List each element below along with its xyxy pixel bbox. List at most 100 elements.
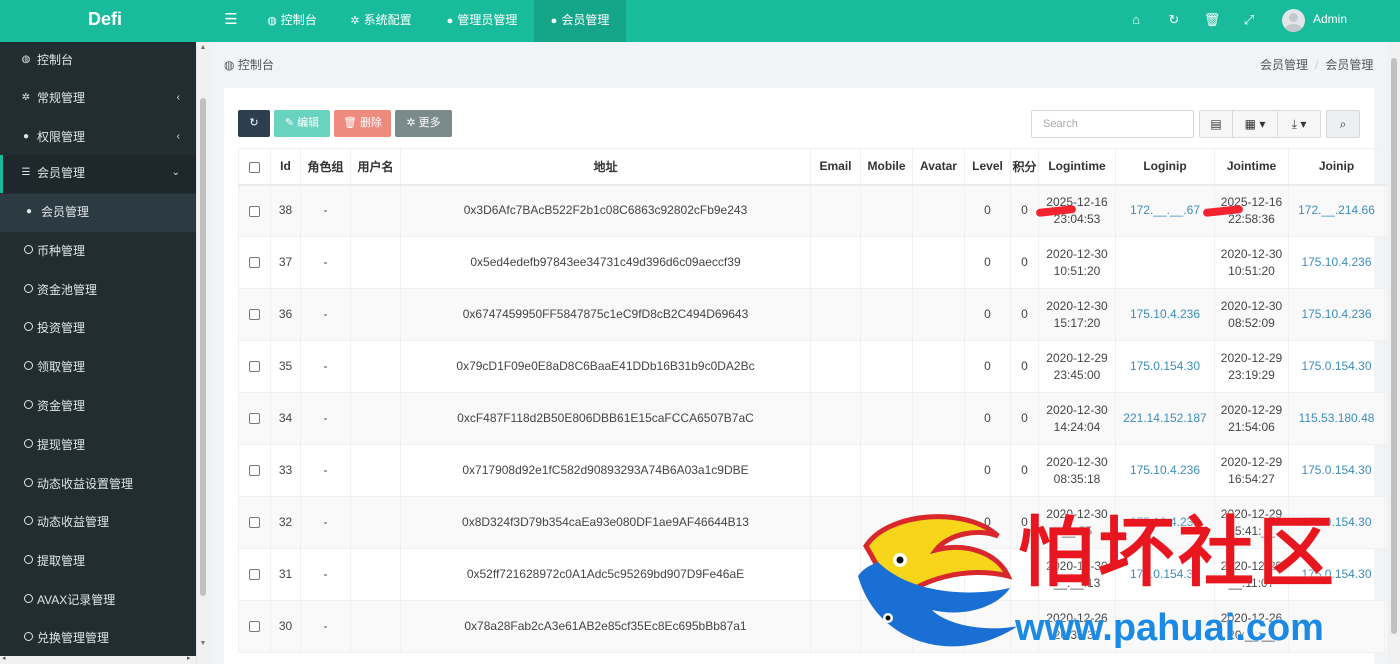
col-jointime[interactable]: Jointime bbox=[1214, 148, 1289, 186]
cell-id: 31 bbox=[270, 548, 301, 601]
cell-joinip[interactable]: 172.__.214.66 bbox=[1288, 184, 1385, 237]
columns-button[interactable]: ▦ ▾ bbox=[1232, 110, 1278, 138]
sidebar-item-permissions[interactable]: ● 权限管理 ‹ bbox=[0, 119, 196, 157]
cell-id: 30 bbox=[270, 600, 301, 653]
cell-joinip[interactable]: 175.0.154.30 bbox=[1288, 444, 1385, 497]
sidebar-item-dynamic-settings[interactable]: 动态收益设置管理 bbox=[0, 466, 196, 504]
search-input[interactable]: Search bbox=[1031, 110, 1194, 138]
delete-button[interactable]: 🗑 删除 bbox=[334, 110, 391, 137]
user-name[interactable]: Admin bbox=[1313, 0, 1347, 42]
circle-icon bbox=[21, 543, 35, 579]
edit-button[interactable]: ✎ 编辑 bbox=[274, 110, 330, 137]
tab-admin-management[interactable]: ● 管理员管理 bbox=[430, 0, 534, 42]
page-scrollbar-thumb[interactable] bbox=[1391, 58, 1397, 634]
search-button[interactable]: ⌕ bbox=[1326, 110, 1360, 138]
group-icon: ● bbox=[22, 131, 30, 142]
cell-joinip[interactable]: 115.53.180.48 bbox=[1288, 392, 1385, 445]
col-logintime[interactable]: Logintime bbox=[1038, 148, 1116, 186]
tab-member-management[interactable]: ● 会员管理 bbox=[534, 0, 626, 42]
cell-joinip[interactable]: 175.0.154.30 bbox=[1288, 340, 1385, 393]
trash-icon[interactable]: 🗑 bbox=[1193, 0, 1231, 42]
export-button[interactable]: ⤓ ▾ bbox=[1277, 110, 1321, 138]
row-checkbox[interactable] bbox=[238, 392, 271, 445]
cell-loginip[interactable]: 175.0.154.30 bbox=[1115, 340, 1215, 393]
refresh-button[interactable]: ↻ bbox=[238, 110, 270, 137]
row-checkbox[interactable] bbox=[238, 444, 271, 497]
sidebar-toggle-icon[interactable]: ☰ bbox=[210, 0, 252, 42]
refresh-icon[interactable]: ↻ bbox=[1155, 0, 1193, 42]
chevron-left-icon: ‹ bbox=[176, 92, 180, 103]
app-logo[interactable]: Defi bbox=[0, 0, 210, 42]
col-id[interactable]: Id bbox=[270, 148, 301, 186]
circle-icon bbox=[21, 272, 35, 308]
cell-id: 34 bbox=[270, 392, 301, 445]
refresh-icon: ↻ bbox=[249, 117, 259, 129]
cell-group: - bbox=[300, 288, 351, 341]
cell-joinip[interactable]: 175.10.4.236 bbox=[1288, 288, 1385, 341]
sidebar-item-dynamic-income[interactable]: 动态收益管理 bbox=[0, 504, 196, 542]
sidebar-item-avax[interactable]: AVAX记录管理 bbox=[0, 582, 196, 620]
sidebar-item-dashboard[interactable]: ◍ 控制台 bbox=[0, 42, 196, 80]
sidebar-item-withdraw[interactable]: 提现管理 bbox=[0, 427, 196, 465]
cell-joinip[interactable]: 175.10.4.236 bbox=[1288, 236, 1385, 289]
cell-address: 0x79cD1F09e0E8aD8C6BaaE41DDb16B31b9c0DA2… bbox=[400, 340, 811, 393]
sidebar-item-general[interactable]: ✲ 常规管理 ‹ bbox=[0, 80, 196, 118]
row-checkbox[interactable] bbox=[238, 548, 271, 601]
table-row[interactable]: 33-0x717908d92e1fC582d90893293A74B6A03a1… bbox=[238, 444, 1400, 497]
cell-loginip[interactable]: 175.10.4.236 bbox=[1115, 444, 1215, 497]
cell-score: 0 bbox=[1010, 392, 1039, 445]
cell-address: 0x5ed4edefb97843ee34731c49d396d6c09aeccf… bbox=[400, 236, 811, 289]
cell-loginip[interactable] bbox=[1115, 236, 1215, 289]
sidebar-item-member-management[interactable]: ● 会员管理 bbox=[0, 194, 196, 232]
sidebar-item-extract[interactable]: 提取管理 bbox=[0, 543, 196, 581]
row-checkbox[interactable] bbox=[238, 340, 271, 393]
table-row[interactable]: 35-0x79cD1F09e0E8aD8C6BaaE41DDb16B31b9c0… bbox=[238, 340, 1400, 393]
sidebar-horizontal-scrollbar[interactable]: ◂ ▸ bbox=[0, 655, 196, 664]
cell-logintime: 2020-12-30 10:51:20 bbox=[1038, 236, 1116, 289]
scroll-down-icon[interactable]: ▼ bbox=[198, 640, 208, 648]
fullscreen-icon[interactable]: ⤢ bbox=[1230, 0, 1268, 42]
sidebar-item-coins[interactable]: 币种管理 bbox=[0, 233, 196, 271]
cell-avatar bbox=[912, 496, 965, 549]
sidebar: ◍ 控制台 ✲ 常规管理 ‹ ● 权限管理 ‹ ☰ 会员管理 ⌄ ● 会员管理 币种管理 资金池… bbox=[0, 42, 196, 664]
cell-id: 38 bbox=[270, 184, 301, 237]
row-checkbox[interactable] bbox=[238, 236, 271, 289]
cell-loginip[interactable]: 172.__.__.67 bbox=[1115, 184, 1215, 237]
sidebar-item-claim[interactable]: 领取管理 bbox=[0, 349, 196, 387]
sidebar-item-exchange[interactable]: 兑换管理管理 bbox=[0, 620, 196, 658]
circle-icon bbox=[21, 233, 35, 269]
col-username: 用户名 bbox=[350, 148, 401, 186]
cell-email bbox=[810, 184, 861, 237]
cell-level: 0 bbox=[964, 236, 1011, 289]
cell-loginip[interactable]: 175.10.4.236 bbox=[1115, 288, 1215, 341]
page-title: ◍ 控制台 bbox=[224, 58, 274, 72]
cell-logintime: 2020-12-30 14:24:04 bbox=[1038, 392, 1116, 445]
sidebar-item-fund-pool[interactable]: 资金池管理 bbox=[0, 272, 196, 310]
sidebar-item-funds[interactable]: 资金管理 bbox=[0, 388, 196, 426]
user-icon: ● bbox=[25, 206, 33, 217]
cell-address: 0xcF487F118d2B50E806DBB61E15caFCCA6507B7… bbox=[400, 392, 811, 445]
tab-system-config[interactable]: ✲ 系统配置 bbox=[334, 0, 428, 42]
row-checkbox[interactable] bbox=[238, 288, 271, 341]
select-all-checkbox[interactable] bbox=[238, 148, 271, 186]
table-row[interactable]: 36-0x6747459950FF5847875c1eC9fD8cB2C494D… bbox=[238, 288, 1400, 341]
sidebar-scrollbar-thumb[interactable] bbox=[200, 98, 206, 596]
cell-logintime: 2020-12-30 08:35:18 bbox=[1038, 444, 1116, 497]
cell-email bbox=[810, 548, 861, 601]
tab-dashboard[interactable]: ◍ 控制台 bbox=[252, 0, 332, 42]
more-button[interactable]: ✲ 更多 bbox=[395, 110, 452, 137]
row-checkbox[interactable] bbox=[238, 600, 271, 653]
avatar[interactable] bbox=[1282, 9, 1305, 32]
cell-mobile bbox=[860, 496, 913, 549]
scroll-up-icon[interactable]: ▲ bbox=[198, 44, 208, 52]
table-row[interactable]: 37-0x5ed4edefb97843ee34731c49d396d6c09ae… bbox=[238, 236, 1400, 289]
home-icon[interactable]: ⌂ bbox=[1117, 0, 1155, 42]
row-checkbox[interactable] bbox=[238, 496, 271, 549]
cell-group: - bbox=[300, 340, 351, 393]
table-row[interactable]: 34-0xcF487F118d2B50E806DBB61E15caFCCA650… bbox=[238, 392, 1400, 445]
row-checkbox[interactable] bbox=[238, 184, 271, 237]
cell-loginip[interactable]: 221.14.152.187 bbox=[1115, 392, 1215, 445]
sidebar-item-member-group[interactable]: ☰ 会员管理 ⌄ bbox=[0, 155, 196, 193]
toggle-view-button[interactable]: ▤ bbox=[1199, 110, 1233, 138]
sidebar-item-investment[interactable]: 投资管理 bbox=[0, 310, 196, 348]
